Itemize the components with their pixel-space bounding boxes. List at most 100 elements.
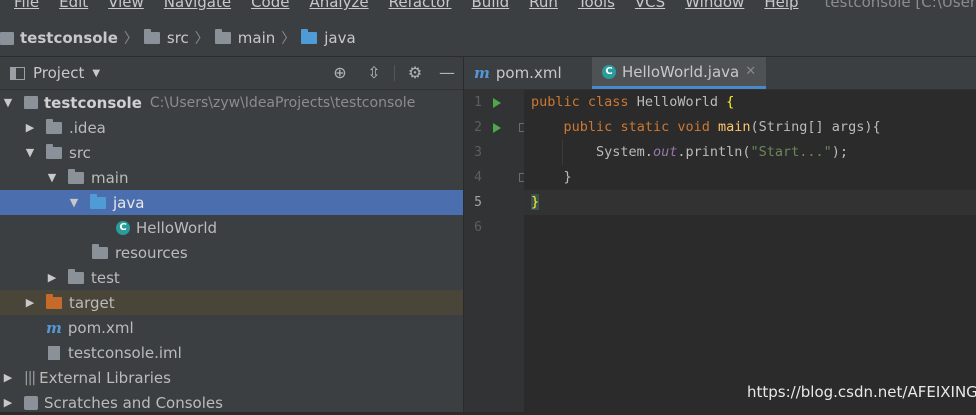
tree-item-test[interactable]: ▶ test — [0, 265, 463, 290]
locate-icon[interactable]: ⊕ — [331, 64, 349, 82]
hide-icon[interactable]: — — [438, 64, 456, 82]
tree-item-label: src — [69, 143, 91, 162]
project-view-selector[interactable]: Project ▼ — [10, 64, 100, 82]
file-icon — [48, 345, 60, 360]
folder-icon — [214, 29, 231, 44]
folder-icon — [143, 29, 160, 44]
tree-item-label: testconsole — [44, 93, 142, 112]
breadcrumb-java[interactable]: java — [301, 29, 356, 47]
tree-item-pom[interactable]: m pom.xml — [0, 315, 463, 340]
folder-icon — [46, 293, 62, 309]
folder-icon — [68, 168, 84, 184]
menu-refactor[interactable]: Refactor — [389, 0, 452, 11]
menu-edit[interactable]: Edit — [59, 0, 88, 11]
project-panel-header: Project ▼ ⊕ ⇳ ⚙ — — [0, 57, 463, 90]
expand-arrow-icon[interactable]: ▼ — [68, 196, 80, 209]
class-icon: C — [602, 64, 616, 79]
code-line-4: } — [563, 169, 572, 185]
dropdown-arrow-icon: ▼ — [92, 67, 101, 79]
code-line-3: System.out.println("Start..."); — [596, 144, 849, 160]
folder-icon — [301, 29, 318, 44]
collapsed-arrow-icon[interactable]: ▶ — [24, 296, 36, 309]
menu-window[interactable]: Window — [685, 0, 744, 11]
line-number: 5 — [474, 195, 482, 210]
code-line-2: public static void main(String[] args){ — [563, 119, 881, 135]
panel-icon — [10, 66, 25, 80]
tree-item-idea[interactable]: ▶ .idea — [0, 115, 463, 140]
tree-item-path: C:\Users\zyw\IdeaProjects\testconsole — [149, 94, 416, 111]
menu-view[interactable]: View — [108, 0, 144, 11]
tree-item-label: Scratches and Consoles — [44, 393, 223, 412]
breadcrumb-label: src — [166, 29, 189, 47]
menu-navigate[interactable]: Navigate — [164, 0, 231, 11]
window-title: testconsole [C:\Users\zyw\Ide — [824, 0, 976, 11]
current-line-highlight — [524, 190, 976, 215]
maven-icon: m — [474, 64, 490, 82]
breadcrumb-project[interactable]: testconsole — [0, 29, 118, 47]
menu-tools[interactable]: Tools — [578, 0, 615, 11]
editor-gutter: 1 2 3 4 5 6 — [464, 90, 528, 412]
divider — [394, 65, 395, 81]
menu-run[interactable]: Run — [529, 0, 558, 11]
project-panel-title: Project — [33, 64, 85, 82]
menu-analyze[interactable]: Analyze — [309, 0, 368, 11]
tree-item-resources[interactable]: resources — [0, 240, 463, 265]
chevron-right-icon: 〉 — [281, 31, 296, 47]
tree-item-testconsole[interactable]: ▼ testconsole C:\Users\zyw\IdeaProjects\… — [0, 90, 463, 115]
breadcrumb-label: main — [237, 29, 276, 47]
expand-arrow-icon[interactable]: ▼ — [46, 171, 58, 184]
line-number: 1 — [474, 95, 482, 110]
tree-item-label: testconsole.iml — [68, 343, 182, 362]
collapse-all-icon[interactable]: ⇳ — [365, 64, 383, 82]
tree-item-scratches[interactable]: ▶ Scratches and Consoles — [0, 390, 463, 415]
line-number: 3 — [474, 145, 482, 160]
chevron-right-icon: 〉 — [194, 31, 209, 47]
breadcrumb-label: java — [324, 29, 356, 47]
class-icon: C — [116, 220, 130, 235]
menu-code[interactable]: Code — [251, 0, 289, 11]
breadcrumb-src[interactable]: src — [143, 29, 189, 47]
tree-item-helloworld[interactable]: C HelloWorld — [0, 215, 463, 240]
expand-arrow-icon[interactable]: ▼ — [2, 96, 14, 109]
scratches-icon — [24, 395, 38, 410]
tree-item-target[interactable]: ▶ target — [0, 290, 463, 315]
menu-vcs[interactable]: VCS — [635, 0, 665, 11]
collapsed-arrow-icon[interactable]: ▶ — [24, 121, 36, 134]
run-icon[interactable] — [493, 98, 501, 108]
close-icon[interactable]: ✕ — [745, 64, 756, 79]
tree-item-src[interactable]: ▼ src — [0, 140, 463, 165]
gear-icon[interactable]: ⚙ — [406, 64, 424, 82]
breadcrumb: testconsole 〉 src 〉 main 〉 java — [0, 20, 976, 57]
library-icon: ||| — [24, 369, 36, 386]
tree-item-label: pom.xml — [67, 318, 134, 337]
tab-pom[interactable]: m pom.xml — [464, 57, 572, 89]
breadcrumb-main[interactable]: main — [214, 29, 276, 47]
expand-arrow-icon[interactable]: ▼ — [24, 146, 36, 159]
tree-item-label: .idea — [69, 118, 106, 137]
maven-icon: m — [46, 318, 62, 337]
module-icon — [24, 96, 38, 109]
tree-item-iml[interactable]: testconsole.iml — [0, 340, 463, 365]
menu-help[interactable]: Help — [764, 0, 798, 11]
tree-item-label: External Libraries — [39, 368, 171, 387]
collapsed-arrow-icon[interactable]: ▶ — [2, 371, 14, 384]
menu-file[interactable]: File — [14, 0, 39, 11]
tree-item-external-libraries[interactable]: ▶ ||| External Libraries — [0, 365, 463, 390]
code-editor[interactable]: public class HelloWorld { public static … — [524, 90, 976, 412]
collapsed-arrow-icon[interactable]: ▶ — [46, 271, 58, 284]
collapsed-arrow-icon[interactable]: ▶ — [2, 396, 14, 409]
folder-icon — [46, 118, 62, 134]
editor-tab-bar: m pom.xml C HelloWorld.java ✕ — [464, 57, 976, 90]
code-line-5: } — [531, 194, 540, 210]
tab-helloworld[interactable]: C HelloWorld.java ✕ — [592, 57, 767, 89]
menu-bar: File Edit View Navigate Code Analyze Ref… — [0, 0, 976, 20]
tree-item-java[interactable]: ▼ java — [0, 190, 463, 215]
menu-build[interactable]: Build — [472, 0, 510, 11]
run-icon[interactable] — [493, 123, 501, 133]
folder-icon — [90, 193, 106, 209]
line-number: 6 — [474, 220, 482, 235]
code-line-1: public class HelloWorld { — [531, 94, 735, 110]
tab-label: pom.xml — [495, 64, 562, 82]
chevron-right-icon: 〉 — [123, 31, 138, 47]
tree-item-main[interactable]: ▼ main — [0, 165, 463, 190]
